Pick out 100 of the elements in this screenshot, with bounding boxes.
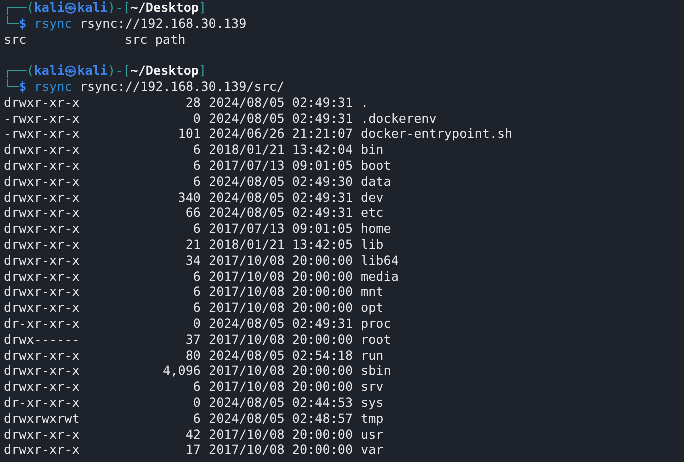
modified-time: 2017/07/13 09:01:05: [209, 221, 354, 238]
file-size: 80: [184, 348, 202, 364]
file-size: 6: [192, 221, 202, 238]
modified-time: 2024/08/05 02:44:53: [209, 395, 354, 411]
prompt-frame: )-[: [108, 63, 131, 80]
file-name: srv: [361, 379, 385, 396]
file-name: sys: [361, 395, 385, 411]
file-size: 6: [192, 268, 202, 284]
file-size: 4,096: [162, 363, 202, 380]
file-size: 6: [192, 142, 202, 158]
permissions-text: drwxr-xr-x: [4, 426, 81, 442]
prompt-frame: ]: [199, 63, 207, 80]
file-name: root: [361, 332, 392, 348]
permissions-text: drwxrwxrwt: [4, 410, 81, 427]
permissions-text: drwxr-xr-x: [4, 363, 81, 380]
file-size: 42: [184, 426, 202, 442]
prompt-user: kali㉿kali: [34, 0, 108, 16]
file-size: 21: [184, 237, 202, 253]
permissions-text: drwxr-xr-x: [4, 142, 81, 158]
command-argument: rsync://192.168.30.139: [80, 16, 247, 32]
file-size: 6: [192, 379, 202, 396]
file-size: 37: [184, 332, 202, 348]
permissions-text: drwxr-xr-x: [4, 379, 81, 396]
file-size: 66: [184, 205, 202, 222]
file-size: 6: [192, 284, 202, 300]
permissions-text: drwxr-xr-x: [4, 205, 81, 222]
permissions-text: drwxr-xr-x: [4, 252, 81, 269]
file-size: 0: [192, 316, 202, 332]
file-name: home: [361, 221, 392, 238]
prompt-path: ~/Desktop: [130, 0, 200, 16]
command-text: rsync: [34, 79, 72, 95]
permissions-text: drwxr-xr-x: [4, 268, 81, 284]
permissions-text: -rwxr-xr-x: [4, 126, 81, 142]
prompt-corner: └─: [4, 16, 20, 32]
modified-time: 2017/10/08 20:00:00: [209, 363, 354, 380]
file-size: 34: [184, 252, 202, 269]
modified-time: 2024/08/05 02:49:31: [209, 110, 354, 126]
modified-time: 2024/08/05 02:54:18: [209, 348, 354, 364]
modified-time: 2017/07/13 09:01:05: [209, 158, 354, 174]
prompt-symbol: $: [19, 16, 27, 32]
file-name: mnt: [361, 284, 385, 300]
permissions-text: drwxr-xr-x: [4, 94, 81, 111]
file-name: sbin: [361, 363, 392, 380]
module-name: src: [4, 32, 28, 48]
file-name: tmp: [361, 410, 385, 427]
prompt-path: ~/Desktop: [130, 63, 200, 80]
file-size: 0: [192, 395, 202, 411]
prompt-frame: ┌──(: [4, 63, 34, 80]
modified-time: 2018/01/21 13:42:04: [209, 142, 354, 158]
modified-time: 2017/10/08 20:00:00: [209, 268, 354, 284]
modified-time: 2017/10/08 20:00:00: [209, 252, 354, 269]
file-name: lib64: [361, 252, 400, 269]
modified-time: 2024/08/05 02:49:31: [209, 190, 354, 206]
command-text: rsync: [34, 16, 72, 32]
file-size: 28: [184, 94, 202, 111]
permissions-text: drwxr-xr-x: [4, 442, 81, 458]
permissions-text: drwxr-xr-x: [4, 221, 81, 238]
file-name: etc: [361, 205, 385, 222]
prompt-user: kali㉿kali: [34, 63, 108, 80]
file-name: docker-entrypoint.sh: [361, 126, 514, 142]
command-argument: rsync://192.168.30.139/src/: [80, 79, 285, 95]
file-name: usr: [361, 426, 385, 442]
permissions-text: drwxr-xr-x: [4, 284, 81, 300]
permissions-text: dr-xr-xr-x: [4, 316, 81, 332]
permissions-text: drwxr-xr-x: [4, 190, 81, 206]
modified-time: 2017/10/08 20:00:00: [209, 442, 354, 458]
modified-time: 2024/08/05 02:48:57: [209, 410, 354, 427]
file-name: run: [361, 348, 385, 364]
modified-time: 2018/01/21 13:42:05: [209, 237, 354, 253]
file-name: .: [361, 94, 370, 111]
file-name: boot: [361, 158, 392, 174]
file-name: var: [361, 442, 385, 458]
permissions-text: drwx------: [4, 332, 81, 348]
modified-time: 2024/08/05 02:49:30: [209, 174, 354, 190]
permissions-text: drwxr-xr-x: [4, 237, 81, 253]
file-name: media: [361, 268, 400, 284]
prompt-corner: └─: [4, 79, 20, 95]
file-size: 340: [177, 190, 202, 206]
modified-time: 2024/08/05 02:49:31: [209, 316, 354, 332]
file-size: 0: [192, 110, 202, 126]
file-size: 6: [192, 174, 202, 190]
modified-time: 2024/08/05 02:49:31: [209, 205, 354, 222]
permissions-text: dr-xr-xr-x: [4, 395, 81, 411]
file-name: .dockerenv: [361, 110, 438, 126]
file-size: 6: [192, 300, 202, 316]
file-name: lib: [361, 237, 385, 253]
modified-time: 2017/10/08 20:00:00: [209, 284, 354, 300]
module-comment: src path: [125, 32, 187, 48]
modified-time: 2017/10/08 20:00:00: [209, 379, 354, 396]
file-name: data: [361, 174, 392, 190]
permissions-text: drwxr-xr-x: [4, 348, 81, 364]
modified-time: 2024/08/05 02:49:31: [209, 94, 354, 111]
permissions-text: drwxr-xr-x: [4, 300, 81, 316]
file-size: 6: [192, 158, 202, 174]
file-name: dev: [361, 190, 385, 206]
prompt-frame: )-[: [108, 0, 131, 16]
file-size: 6: [192, 410, 202, 427]
permissions-text: drwxr-xr-x: [4, 174, 81, 190]
permissions-text: -rwxr-xr-x: [4, 110, 81, 126]
permissions-text: drwxr-xr-x: [4, 158, 81, 174]
